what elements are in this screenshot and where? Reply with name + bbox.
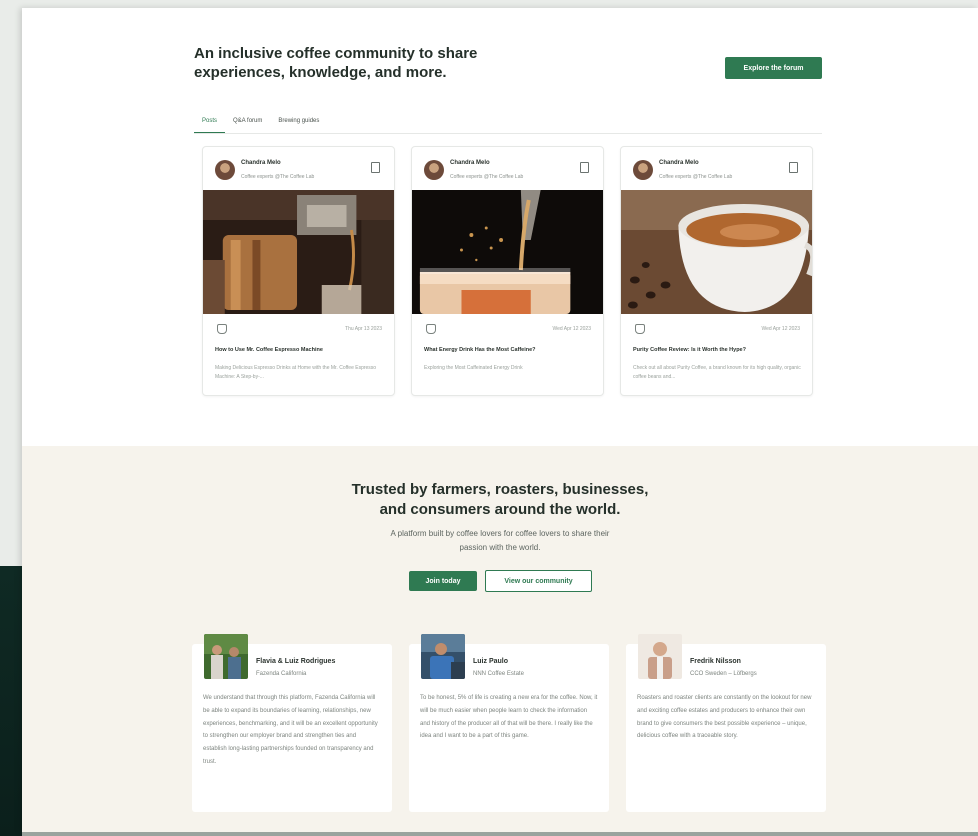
post-card-header: Chandra Melo Coffee experts @The Coffee … (203, 147, 394, 189)
iced-coffee-photo (412, 190, 603, 314)
forum-tabs: Posts Q&A forum Brewing guides (194, 114, 822, 134)
testimonial-card: Fredrik Nilsson CCO Sweden – Löfbergs Ro… (626, 634, 826, 812)
page: An inclusive coffee community to share e… (22, 8, 978, 832)
post-excerpt: Exploring the Most Caffeinated Energy Dr… (424, 365, 523, 371)
testimonial-name: Luiz Paulo (473, 658, 508, 665)
espresso-machine-photo (203, 190, 394, 314)
post-date: Wed Apr 12 2023 (552, 326, 591, 332)
tab-posts[interactable]: Posts (194, 114, 226, 133)
author-role: Coffee experts @The Coffee Lab (241, 174, 315, 180)
post-excerpt: Making Delicious Espresso Drinks at Home… (215, 365, 377, 380)
tab-qa-forum[interactable]: Q&A forum (225, 114, 270, 133)
author-name: Chandra Melo (659, 160, 699, 166)
post-cards: Chandra Melo Coffee experts @The Coffee … (202, 146, 814, 398)
author-role: Coffee experts @The Coffee Lab (450, 174, 524, 180)
testimonial-org: NNN Coffee Estate (473, 671, 524, 677)
window-bottom-edge (22, 832, 978, 836)
post-date: Wed Apr 12 2023 (761, 326, 800, 332)
trust-title: Trusted by farmers, roasters, businesses… (300, 480, 700, 520)
trust-title-line2: and consumers around the world. (379, 501, 621, 518)
author-avatar (424, 160, 444, 180)
testimonial-org: CCO Sweden – Löfbergs (690, 671, 757, 677)
post-card[interactable]: Chandra Melo Coffee experts @The Coffee … (620, 146, 813, 396)
testimonial-photo (204, 634, 248, 679)
author-avatar (215, 160, 235, 180)
forum-section: An inclusive coffee community to share e… (22, 8, 978, 446)
post-title[interactable]: Purity Coffee Review: Is it Worth the Hy… (633, 347, 803, 353)
bookmark-icon[interactable] (580, 162, 589, 173)
tab-brewing-guides[interactable]: Brewing guides (270, 114, 327, 133)
author-avatar (633, 160, 653, 180)
testimonial-quote: We understand that through this platform… (203, 695, 378, 765)
view-community-button[interactable]: View our community (485, 570, 592, 592)
post-card-meta: Wed Apr 12 2023 (412, 320, 603, 340)
author-role: Coffee experts @The Coffee Lab (659, 174, 733, 180)
forum-headline: An inclusive coffee community to share e… (194, 45, 478, 81)
explore-forum-button[interactable]: Explore the forum (725, 57, 822, 79)
trust-section: Trusted by farmers, roasters, businesses… (22, 446, 978, 832)
author-name: Chandra Melo (241, 160, 281, 166)
post-excerpt: Check out all about Purity Coffee, a bra… (633, 365, 801, 380)
testimonial-card: Luiz Paulo NNN Coffee Estate To be hones… (409, 634, 609, 812)
testimonial-photo (638, 634, 682, 679)
coffee-cup-icon (635, 324, 645, 334)
post-card-header: Chandra Melo Coffee experts @The Coffee … (621, 147, 812, 189)
join-today-button[interactable]: Join today (409, 571, 477, 591)
testimonial-org: Fazenda California (256, 671, 307, 677)
post-date: Thu Apr 13 2023 (345, 326, 382, 332)
post-card-meta: Thu Apr 13 2023 (203, 320, 394, 340)
post-card[interactable]: Chandra Melo Coffee experts @The Coffee … (411, 146, 604, 396)
bookmark-icon[interactable] (789, 162, 798, 173)
testimonial-quote: To be honest, 5% of life is creating a n… (420, 695, 598, 740)
testimonial-card: Flavia & Luiz Rodrigues Fazenda Californ… (192, 634, 392, 812)
testimonial-photo (421, 634, 465, 679)
testimonial-name: Fredrik Nilsson (690, 658, 741, 665)
post-card-meta: Wed Apr 12 2023 (621, 320, 812, 340)
post-card-header: Chandra Melo Coffee experts @The Coffee … (412, 147, 603, 189)
post-title[interactable]: What Energy Drink Has the Most Caffeine? (424, 347, 594, 353)
bookmark-icon[interactable] (371, 162, 380, 173)
testimonials: Flavia & Luiz Rodrigues Fazenda Californ… (192, 634, 826, 812)
trust-subtitle: A platform built by coffee lovers for co… (390, 529, 610, 552)
testimonial-quote: Roasters and roaster clients are constan… (637, 695, 812, 740)
coffee-cup-photo (621, 190, 812, 314)
testimonial-name: Flavia & Luiz Rodrigues (256, 658, 336, 665)
post-title[interactable]: How to Use Mr. Coffee Espresso Machine (215, 347, 385, 353)
post-card[interactable]: Chandra Melo Coffee experts @The Coffee … (202, 146, 395, 396)
coffee-cup-icon (217, 324, 227, 334)
author-name: Chandra Melo (450, 160, 490, 166)
trust-title-line1: Trusted by farmers, roasters, businesses… (351, 481, 649, 498)
coffee-cup-icon (426, 324, 436, 334)
